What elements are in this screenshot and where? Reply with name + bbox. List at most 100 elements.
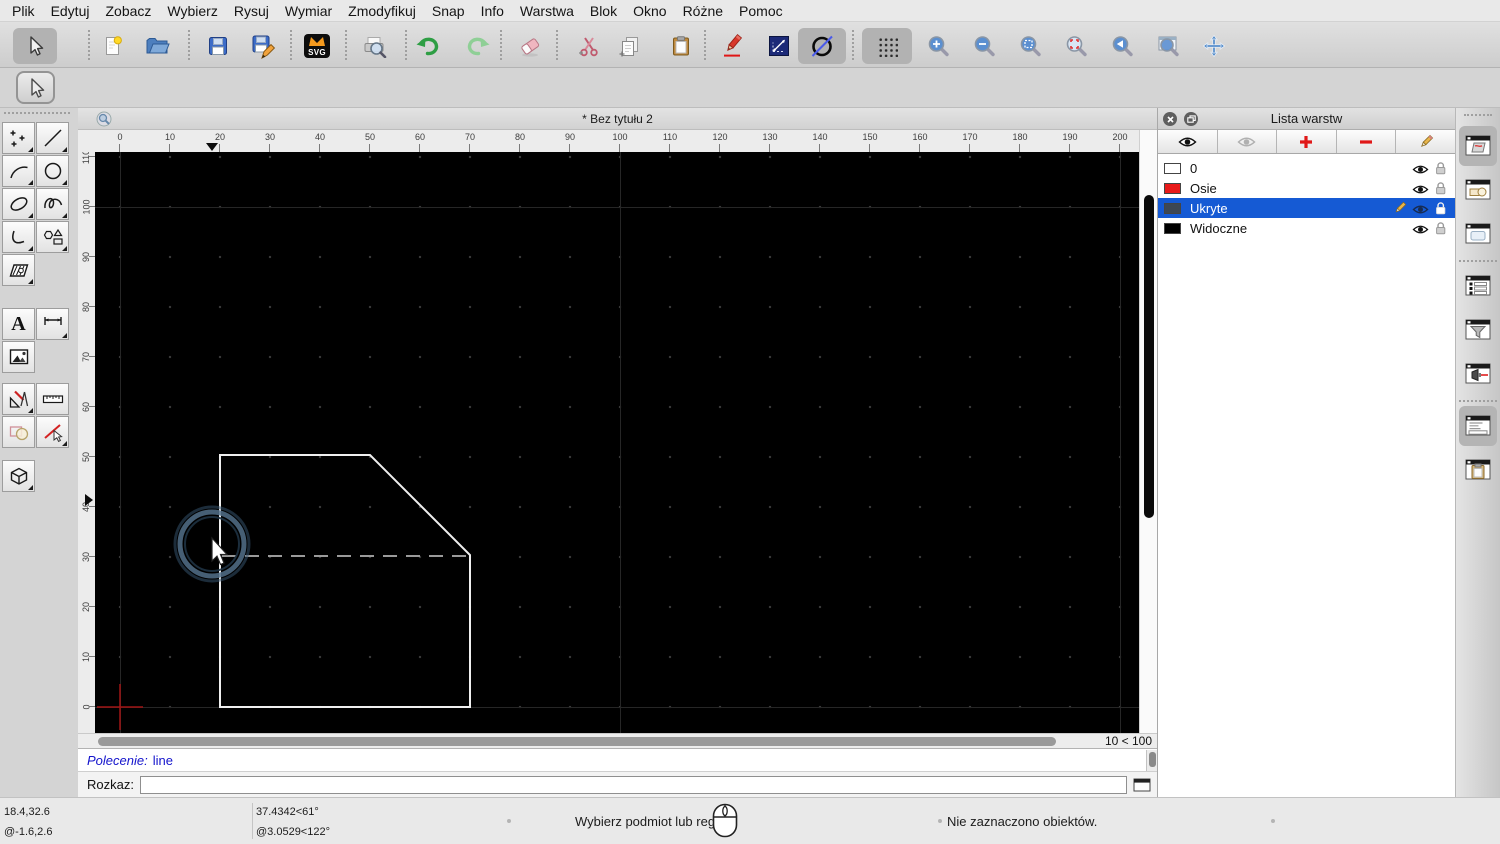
draw-edit-button[interactable] (715, 28, 751, 64)
document-titlebar[interactable]: * Bez tytułu 2 (78, 108, 1157, 130)
trim-tool-button[interactable] (36, 416, 69, 448)
spline-tool-button[interactable] (36, 188, 69, 220)
float-panel-button[interactable] (1184, 112, 1198, 126)
polyline-tool-button[interactable] (2, 221, 35, 253)
vertical-scrollbar-thumb[interactable] (1144, 195, 1154, 518)
layer-lock-toggle[interactable] (1435, 181, 1447, 198)
delete-button[interactable] (512, 28, 548, 64)
menu-item[interactable]: Różne (675, 3, 731, 19)
ellipse-tool-button[interactable] (2, 188, 35, 220)
text-tool-button[interactable]: A (2, 308, 35, 340)
shapes-tool-button[interactable] (36, 221, 69, 253)
svg-export-button[interactable]: SVG (299, 28, 335, 64)
drawing-canvas[interactable] (95, 152, 1139, 733)
layer-row-selected[interactable]: Ukryte (1158, 198, 1455, 218)
menu-item[interactable]: Rysuj (226, 3, 277, 19)
arc-tool-button[interactable] (2, 155, 35, 187)
construction-layer-button[interactable] (798, 28, 846, 64)
layer-visibility-toggle[interactable] (1412, 203, 1429, 218)
layer-row[interactable]: Osie (1158, 178, 1455, 198)
view-dock-button[interactable] (1459, 354, 1497, 394)
selection-list-dock-button[interactable] (1459, 266, 1497, 306)
open-file-button[interactable] (140, 28, 176, 64)
edit-layer-button[interactable] (1396, 130, 1455, 153)
grid-toggle-button[interactable] (862, 28, 912, 64)
redo-button[interactable] (460, 28, 496, 64)
horizontal-scrollbar[interactable]: 10 < 100 (78, 733, 1157, 748)
circle-tool-button[interactable] (36, 155, 69, 187)
modify-tool-button[interactable] (2, 383, 35, 415)
cut-button[interactable] (571, 28, 607, 64)
selection-filter-dock-button[interactable] (1459, 310, 1497, 350)
add-layer-button[interactable] (1277, 130, 1337, 153)
zoom-out-button[interactable] (966, 28, 1002, 64)
command-line-dock-button[interactable] (1459, 406, 1497, 446)
show-all-layers-button[interactable] (1158, 130, 1218, 153)
image-tool-button[interactable] (2, 341, 35, 373)
layer-lock-toggle[interactable] (1435, 221, 1447, 238)
menu-item[interactable]: Zobacz (97, 3, 159, 19)
menu-item[interactable]: Warstwa (512, 3, 582, 19)
history-scrollbar[interactable] (1146, 750, 1157, 771)
zoom-fit-button[interactable] (1012, 28, 1048, 64)
history-scrollbar-thumb[interactable] (1149, 752, 1156, 767)
dimension-tool-button[interactable] (761, 28, 797, 64)
menu-item[interactable]: Wybierz (159, 3, 225, 19)
layer-list-dock-button[interactable] (1459, 126, 1497, 166)
horizontal-scrollbar-thumb[interactable] (98, 737, 1056, 746)
menu-item[interactable]: Zmodyfikuj (340, 3, 424, 19)
v-ruler-label: 100 (78, 182, 95, 232)
print-preview-button[interactable] (357, 28, 393, 64)
zoom-selection-button[interactable] (1058, 28, 1094, 64)
layer-row[interactable]: Widoczne (1158, 218, 1455, 238)
copy-button[interactable] (612, 28, 648, 64)
pointer-tool-button[interactable] (16, 71, 55, 104)
select-region-icon (8, 421, 30, 443)
new-file-button[interactable] (95, 28, 131, 64)
command-window-toggle-button[interactable] (1131, 776, 1153, 793)
status-dot (1271, 819, 1275, 823)
select-tool-button[interactable] (13, 28, 57, 64)
line-tool-button[interactable] (36, 122, 69, 154)
paste-button[interactable] (663, 28, 699, 64)
command-history-value: line (153, 753, 173, 768)
layer-row[interactable]: 0 (1158, 158, 1455, 178)
block-list-dock-button[interactable] (1459, 170, 1497, 210)
layer-visibility-toggle[interactable] (1412, 163, 1429, 178)
menu-item[interactable]: Snap (424, 3, 473, 19)
menu-item[interactable]: Wymiar (277, 3, 340, 19)
dimension-tool-button[interactable] (36, 308, 69, 340)
menu-item[interactable]: Info (473, 3, 512, 19)
hatch-tool-button[interactable] (2, 254, 35, 286)
layer-edit-indicator[interactable] (1393, 201, 1407, 218)
menu-item[interactable]: Edytuj (43, 3, 98, 19)
zoom-window-button[interactable] (1150, 28, 1186, 64)
undo-button[interactable] (410, 28, 446, 64)
submenu-corner (28, 213, 33, 218)
save-button[interactable] (200, 28, 236, 64)
save-as-button[interactable] (245, 28, 281, 64)
layer-visibility-toggle[interactable] (1412, 183, 1429, 198)
zoom-pan-button[interactable] (1196, 28, 1232, 64)
menu-item[interactable]: Pomoc (731, 3, 791, 19)
menu-item[interactable]: Blok (582, 3, 625, 19)
measure-tool-button[interactable] (36, 383, 69, 415)
property-editor-dock-button[interactable] (1459, 214, 1497, 254)
vertical-scrollbar[interactable] (1139, 130, 1157, 733)
close-panel-button[interactable] (1163, 112, 1177, 126)
zoom-previous-button[interactable] (1104, 28, 1140, 64)
menu-item[interactable]: Plik (4, 3, 43, 19)
layer-lock-toggle[interactable] (1435, 161, 1447, 178)
command-input[interactable] (140, 776, 1127, 794)
hide-all-layers-button[interactable] (1218, 130, 1278, 153)
remove-layer-button[interactable] (1337, 130, 1397, 153)
h-ruler-label: 150 (845, 132, 895, 142)
clipboard-dock-button[interactable] (1459, 450, 1497, 490)
zoom-in-button[interactable] (920, 28, 956, 64)
points-tool-button[interactable] (2, 122, 35, 154)
select-region-tool-button[interactable] (2, 416, 35, 448)
menu-item[interactable]: Okno (625, 3, 674, 19)
solid-tool-button[interactable] (2, 460, 35, 492)
layer-visibility-toggle[interactable] (1412, 223, 1429, 238)
layer-lock-toggle[interactable] (1435, 201, 1447, 218)
